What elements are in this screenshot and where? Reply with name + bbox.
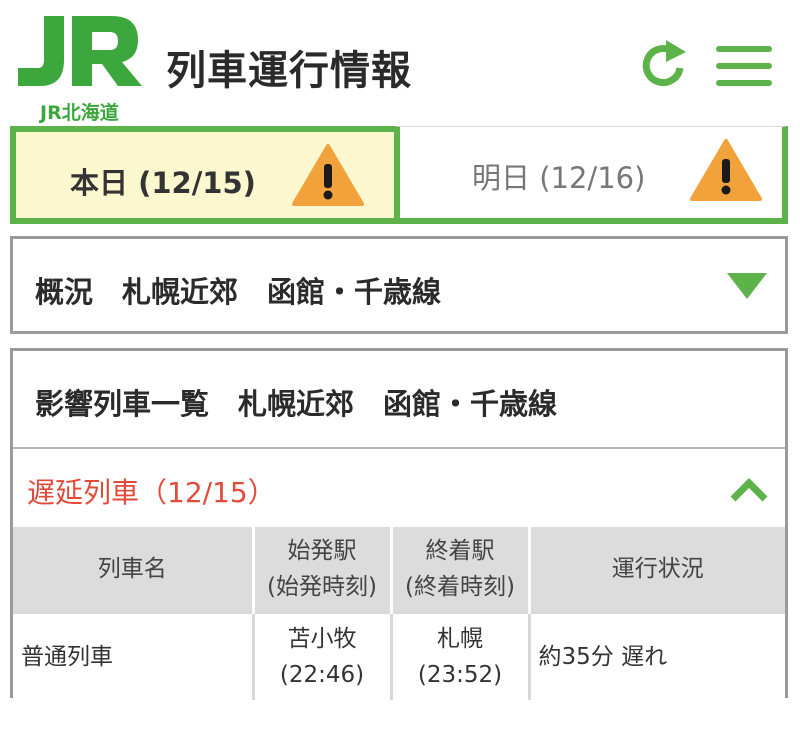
column-header-destination: 終着駅 (終着時刻) xyxy=(391,525,531,612)
column-header-train-name: 列車名 xyxy=(13,525,255,612)
tab-today-label: 本日 (12/15) xyxy=(70,166,256,200)
affected-trains-panel: 影響列車一覧 札幌近郊 函館・千歳線 遅延列車（12/15） 列車名 始発駅 (… xyxy=(10,348,788,700)
table-row: 普通列車 苫小牧 (22:46) 札幌 (23:52) 約35分 遅れ xyxy=(13,610,785,700)
cell-destination: 札幌 (23:52) xyxy=(391,610,531,700)
destination-station: 札幌 xyxy=(437,625,483,652)
train-name: 普通列車 xyxy=(21,643,113,670)
column-header-label: 終着駅 xyxy=(425,537,495,564)
cell-train-name: 普通列車 xyxy=(13,610,255,700)
cell-origin: 苫小牧 (22:46) xyxy=(253,610,393,700)
divider xyxy=(13,447,785,449)
overview-accordion[interactable]: 概況 札幌近郊 函館・千歳線 xyxy=(10,236,788,334)
delayed-trains-heading: 遅延列車（12/15） xyxy=(27,476,276,509)
tab-tomorrow[interactable]: 明日 (12/16) xyxy=(394,126,788,224)
refresh-button[interactable] xyxy=(636,38,692,94)
refresh-icon xyxy=(642,40,686,87)
origin-station: 苫小牧 xyxy=(287,625,357,652)
chevron-up-icon[interactable] xyxy=(729,475,769,503)
page-title: 列車運行情報 xyxy=(166,48,412,94)
overview-title: 概況 札幌近郊 函館・千歳線 xyxy=(35,275,442,309)
delay-status: 約35分 遅れ xyxy=(538,643,668,670)
jr-logo-mark xyxy=(18,16,142,86)
logo-subtitle: JR北海道 xyxy=(40,102,119,124)
table-header-row: 列車名 始発駅 (始発時刻) 終着駅 (終着時刻) 運行状況 xyxy=(13,525,785,612)
app-header: JR北海道 列車運行情報 xyxy=(0,0,800,124)
date-tabs: 本日 (12/15) 明日 (12/16) xyxy=(10,126,788,224)
column-header-sublabel: (始発時刻) xyxy=(267,573,377,600)
tab-today[interactable]: 本日 (12/15) xyxy=(10,126,394,224)
tab-tomorrow-label: 明日 (12/16) xyxy=(472,161,646,195)
warning-icon xyxy=(690,139,762,201)
column-header-status: 運行状況 xyxy=(529,525,785,612)
menu-button[interactable] xyxy=(714,38,772,94)
column-header-label: 運行状況 xyxy=(611,555,704,582)
column-header-label: 始発駅 xyxy=(287,537,357,564)
hamburger-menu-icon xyxy=(716,46,772,86)
jr-hokkaido-logo[interactable]: JR北海道 xyxy=(14,12,144,124)
column-header-sublabel: (終着時刻) xyxy=(405,573,515,600)
column-header-origin: 始発駅 (始発時刻) xyxy=(253,525,393,612)
affected-trains-title: 影響列車一覧 札幌近郊 函館・千歳線 xyxy=(35,387,558,421)
delayed-trains-table: 列車名 始発駅 (始発時刻) 終着駅 (終着時刻) 運行状況 普通列車 苫小牧 … xyxy=(13,525,785,700)
column-header-label: 列車名 xyxy=(97,555,167,582)
triangle-down-icon xyxy=(727,273,767,299)
warning-icon xyxy=(292,144,364,206)
cell-status: 約35分 遅れ xyxy=(529,610,785,700)
destination-time: (23:52) xyxy=(417,661,503,688)
origin-time: (22:46) xyxy=(279,661,365,688)
